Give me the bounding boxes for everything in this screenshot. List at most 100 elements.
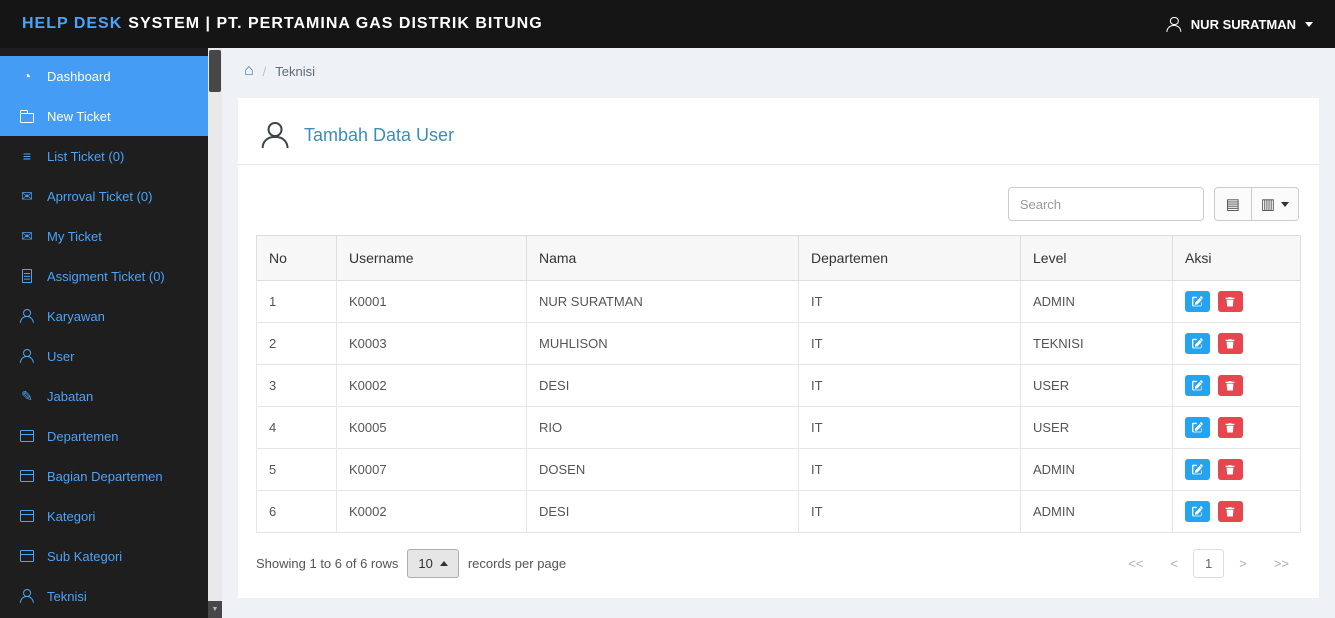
breadcrumb-separator: /: [262, 63, 267, 79]
sidebar-menu: ◔ Dashboard New Ticket ≡ List Ticket (0)…: [0, 48, 208, 616]
sidebar-item-assignment-ticket[interactable]: Assigment Ticket (0): [0, 256, 208, 296]
delete-button[interactable]: [1217, 333, 1243, 354]
delete-button[interactable]: [1217, 417, 1243, 438]
users-table: No Username Nama Departemen Level Aksi 1 K000…: [256, 235, 1301, 533]
add-user-link[interactable]: Tambah Data User: [304, 125, 454, 146]
mail-open-icon: ✉: [21, 227, 33, 244]
pagination-next[interactable]: >: [1227, 549, 1259, 578]
divider: [238, 164, 1319, 165]
column-header-username[interactable]: Username: [336, 235, 527, 281]
table-footer: Showing 1 to 6 of 6 rows 10 records per …: [256, 549, 1301, 578]
sidebar-item-list-ticket[interactable]: ≡ List Ticket (0): [0, 136, 208, 176]
window-icon: [14, 510, 40, 522]
sidebar-item-approval-ticket[interactable]: ✉ Aprroval Ticket (0): [0, 176, 208, 216]
cell-departemen: IT: [798, 490, 1021, 533]
table-body: 1 K0001 NUR SURATMAN IT ADMIN 2 K0003 MU…: [256, 280, 1301, 533]
cell-username: K0002: [336, 490, 527, 533]
sidebar-item-departemen[interactable]: Departemen: [0, 416, 208, 456]
delete-button[interactable]: [1217, 501, 1243, 522]
cell-aksi: [1172, 322, 1301, 365]
sidebar-item-kategori[interactable]: Kategori: [0, 496, 208, 536]
chevron-down-icon: [1305, 21, 1313, 27]
toggle-view-button[interactable]: ▤: [1213, 187, 1252, 221]
scrollbar-thumb[interactable]: [209, 50, 221, 92]
edit-button[interactable]: [1185, 417, 1210, 438]
cell-aksi: [1172, 280, 1301, 323]
sidebar-item-teknisi[interactable]: Teknisi: [0, 576, 208, 616]
records-per-page-label: records per page: [467, 556, 567, 571]
pencil-icon: [1192, 422, 1203, 433]
scrollbar-down-arrow[interactable]: ▼: [208, 601, 222, 618]
user-name: NUR SURATMAN: [1190, 16, 1296, 32]
pagination-prev[interactable]: <: [1158, 549, 1190, 578]
cell-nama: DESI: [526, 364, 799, 407]
home-icon[interactable]: ⌂: [244, 63, 254, 79]
cell-aksi: [1172, 490, 1301, 533]
person-icon: [14, 589, 40, 603]
rows-summary: Showing 1 to 6 of 6 rows: [256, 556, 399, 571]
main-content: ⌂ / Teknisi Tambah Data User ▤ ▥: [222, 48, 1335, 618]
pencil-icon: [1192, 380, 1203, 391]
table-header: No Username Nama Departemen Level Aksi: [256, 235, 1301, 281]
person-icon: [1167, 16, 1182, 33]
edit-button[interactable]: [1185, 375, 1210, 396]
topbar: HELP DESK SYSTEM | PT. PERTAMINA GAS DIS…: [0, 0, 1335, 48]
pagination-first[interactable]: <<: [1116, 549, 1155, 578]
sidebar-item-jabatan[interactable]: ✎ Jabatan: [0, 376, 208, 416]
delete-button[interactable]: [1217, 291, 1243, 312]
pagination-last[interactable]: >>: [1262, 549, 1301, 578]
cell-level: ADMIN: [1020, 490, 1173, 533]
cell-nama: DESI: [526, 490, 799, 533]
page-size-value: 10: [418, 556, 433, 571]
column-header-level[interactable]: Level: [1020, 235, 1173, 281]
content-card: Tambah Data User ▤ ▥ NoUsernameNamaDep: [238, 98, 1319, 598]
trash-icon: [1225, 507, 1235, 517]
column-header-nama[interactable]: Nama: [526, 235, 799, 281]
page-size-dropdown[interactable]: 10: [407, 549, 459, 578]
delete-button[interactable]: [1217, 375, 1243, 396]
cell-username: K0003: [336, 322, 527, 365]
pagination-page-1[interactable]: 1: [1192, 549, 1225, 578]
cell-nama: NUR SURATMAN: [526, 280, 799, 323]
trash-icon: [1225, 423, 1235, 433]
column-header-no[interactable]: No: [256, 235, 337, 281]
columns-dropdown-button[interactable]: ▥: [1251, 187, 1299, 221]
cell-level: ADMIN: [1020, 448, 1173, 491]
user-menu[interactable]: NUR SURATMAN: [1167, 16, 1313, 33]
cell-username: K0005: [336, 406, 527, 449]
app-title: HELP DESK SYSTEM | PT. PERTAMINA GAS DIS…: [22, 15, 543, 33]
sidebar-item-sub-kategori[interactable]: Sub Kategori: [0, 536, 208, 576]
column-header-departemen[interactable]: Departemen: [798, 235, 1021, 281]
mail-icon: ✉: [21, 187, 33, 204]
sidebar-item-user[interactable]: User: [0, 336, 208, 376]
sidebar: ◔ Dashboard New Ticket ≡ List Ticket (0)…: [0, 48, 208, 618]
sidebar-item-dashboard[interactable]: ◔ Dashboard: [0, 56, 208, 96]
sidebar-scrollbar[interactable]: ▼: [208, 48, 222, 618]
table-row: 6 K0002 DESI IT ADMIN: [256, 490, 1301, 533]
cell-departemen: IT: [798, 322, 1021, 365]
folder-icon: [14, 109, 40, 123]
sidebar-item-karyawan[interactable]: Karyawan: [0, 296, 208, 336]
table-row: 1 K0001 NUR SURATMAN IT ADMIN: [256, 280, 1301, 323]
pencil-icon: [1192, 506, 1203, 517]
search-input[interactable]: [1007, 187, 1204, 221]
person-icon: [14, 349, 40, 363]
edit-button[interactable]: [1185, 333, 1210, 354]
sidebar-item-my-ticket[interactable]: ✉ My Ticket: [0, 216, 208, 256]
pencil-icon: [1192, 296, 1203, 307]
pencil-icon: ✎: [21, 387, 33, 404]
delete-button[interactable]: [1217, 459, 1243, 480]
edit-button[interactable]: [1185, 459, 1210, 480]
column-header-aksi[interactable]: Aksi: [1172, 235, 1301, 281]
cell-no: 1: [256, 280, 337, 323]
file-icon: [14, 269, 40, 283]
cell-no: 4: [256, 406, 337, 449]
edit-button[interactable]: [1185, 501, 1210, 522]
sidebar-item-bagian-departemen[interactable]: Bagian Departemen: [0, 456, 208, 496]
sidebar-item-new-ticket[interactable]: New Ticket: [0, 96, 208, 136]
list-view-icon: ▤: [1225, 196, 1240, 213]
list-icon: ≡: [22, 148, 32, 164]
trash-icon: [1225, 339, 1235, 349]
edit-button[interactable]: [1185, 291, 1210, 312]
chevron-up-icon: [439, 561, 448, 566]
